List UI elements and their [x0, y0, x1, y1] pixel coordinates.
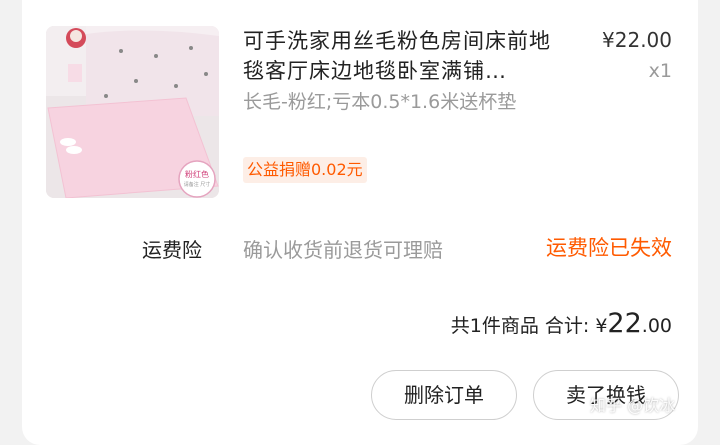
total-currency: ¥ — [595, 315, 608, 337]
image-tag: 粉红色 — [185, 170, 209, 179]
shipping-insurance-status[interactable]: 运费险已失效 — [546, 232, 672, 262]
delete-order-button[interactable]: 删除订单 — [371, 370, 517, 420]
order-total: 共1件商品 合计: ¥22.00 — [451, 308, 672, 339]
total-amount-decimal: .00 — [641, 315, 672, 337]
shipping-insurance-label: 运费险 — [142, 238, 202, 262]
product-image[interactable]: 粉红色 请备注 尺寸 — [46, 26, 219, 198]
product-price: ¥22.00 — [602, 28, 672, 52]
product-spec: 长毛-粉红;亏本0.5*1.6米送杯垫 — [243, 91, 517, 113]
product-title[interactable]: 可手洗家用丝毛粉色房间床前地毯客厅床边地毯卧室满铺… — [243, 26, 563, 86]
product-quantity: x1 — [648, 60, 672, 82]
shipping-insurance-description: 确认收货前退货可理赔 — [243, 238, 443, 262]
watermark: 知乎 @饮冰 — [590, 396, 676, 415]
total-count-text: 共1件商品 合计: — [450, 315, 590, 337]
image-tag-sub: 请备注 尺寸 — [183, 182, 211, 188]
total-amount-integer: 22 — [607, 308, 642, 339]
charity-badge: 公益捐赠0.02元 — [243, 157, 367, 183]
